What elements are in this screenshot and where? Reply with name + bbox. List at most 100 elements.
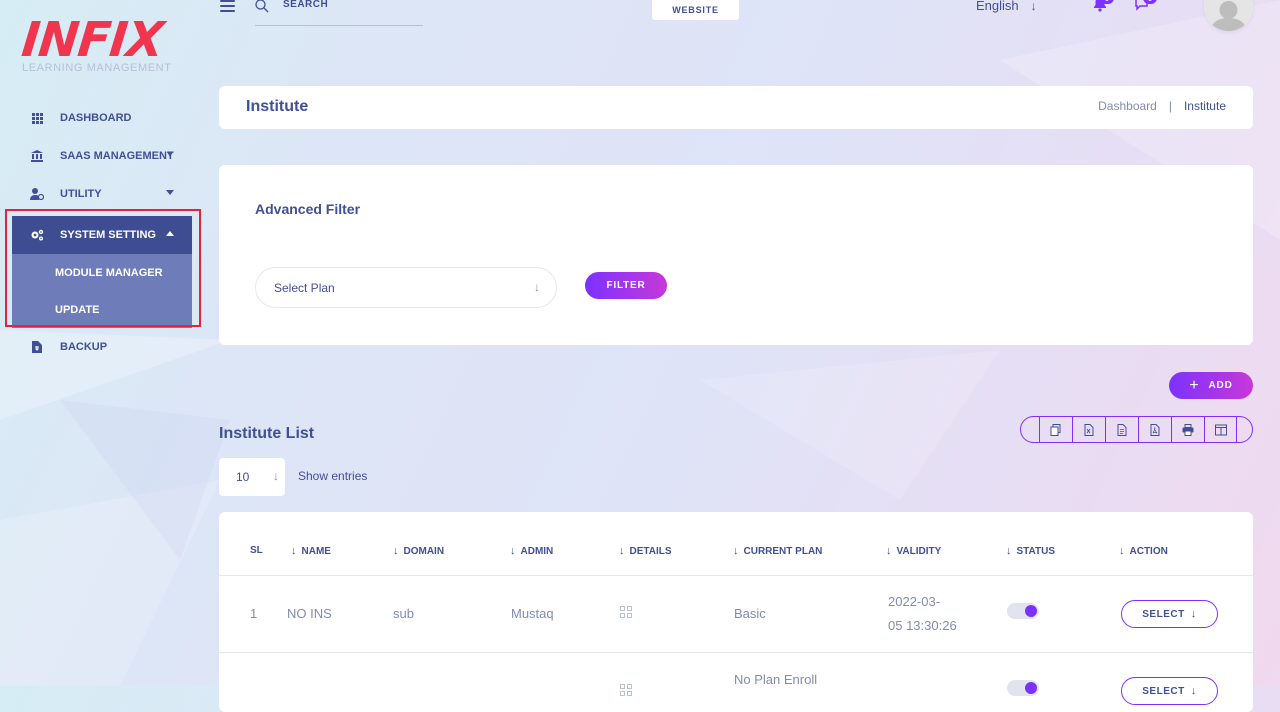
cell-admin: Mustaq xyxy=(511,606,554,621)
institute-table: SL ↓ NAME ↓ DOMAIN ↓ ADMIN ↓ DETAILS ↓ CURREN… xyxy=(219,512,1253,712)
column-header-admin[interactable]: ↓ ADMIN xyxy=(510,545,553,557)
sidebar-item-label: SAAS MANAGEMENT xyxy=(60,150,174,162)
toggle-knob xyxy=(1025,682,1037,694)
columns-icon xyxy=(1214,424,1227,435)
language-selector[interactable]: English ↓ xyxy=(976,0,1037,13)
print-button[interactable] xyxy=(1171,417,1204,442)
sort-arrow-icon: ↓ xyxy=(393,545,399,557)
file-pdf-icon xyxy=(1150,423,1160,436)
cell-domain: sub xyxy=(393,606,414,621)
column-header-sl[interactable]: SL xyxy=(250,545,263,556)
search-bar xyxy=(255,0,423,26)
copy-button[interactable] xyxy=(1039,417,1072,442)
page-title: Institute xyxy=(246,98,309,115)
messages-button[interactable]: 0 xyxy=(1134,0,1157,14)
sort-arrow-icon: ↓ xyxy=(1119,545,1125,557)
breadcrumb: Dashboard | Institute xyxy=(1098,99,1226,113)
action-select-button[interactable]: SELECT ↓ xyxy=(1121,677,1218,705)
action-select-label: SELECT xyxy=(1142,608,1185,620)
highlight-annotation-box xyxy=(5,209,201,327)
cell-validity-line2: 05 13:30:26 xyxy=(888,618,957,633)
breadcrumb-dashboard[interactable]: Dashboard xyxy=(1098,99,1157,113)
plan-select-value: Select Plan xyxy=(274,280,335,295)
row-divider xyxy=(219,652,1253,653)
action-select-button[interactable]: SELECT ↓ xyxy=(1121,600,1218,628)
column-header-label: SL xyxy=(250,545,263,556)
caret-down-icon xyxy=(167,152,173,157)
pdf-export-button[interactable] xyxy=(1138,417,1171,442)
column-header-label: ACTION xyxy=(1129,545,1168,557)
search-input[interactable] xyxy=(283,0,403,10)
column-visibility-button[interactable] xyxy=(1204,417,1237,442)
column-header-validity[interactable]: ↓ VALIDITY xyxy=(886,545,941,557)
user-cog-icon xyxy=(30,187,44,201)
cell-sl: 1 xyxy=(250,606,258,621)
print-icon xyxy=(1182,423,1194,436)
sort-arrow-icon: ↓ xyxy=(291,545,297,557)
column-header-status[interactable]: ↓ STATUS xyxy=(1006,545,1055,557)
toggle-knob xyxy=(1025,605,1037,617)
cell-current-plan: No Plan Enroll xyxy=(734,672,818,687)
sidebar-item-saas-management[interactable]: SAAS MANAGEMENT xyxy=(12,137,192,175)
sidebar-item-backup[interactable]: BACKUP xyxy=(12,328,192,366)
file-text-icon xyxy=(1117,423,1127,436)
sort-arrow-icon: ↓ xyxy=(510,545,516,557)
sort-arrow-icon: ↓ xyxy=(886,545,892,557)
file-excel-icon xyxy=(1084,423,1094,436)
caret-down-icon xyxy=(166,190,174,195)
status-toggle[interactable] xyxy=(1007,680,1039,696)
column-header-details[interactable]: ↓ DETAILS xyxy=(619,545,672,557)
brand-logo[interactable]: INFIX LEARNING MANAGEMENT xyxy=(19,12,172,74)
arrow-down-icon: ↓ xyxy=(273,469,279,483)
filter-title: Advanced Filter xyxy=(255,201,361,217)
details-grid-icon[interactable] xyxy=(620,606,632,618)
search-icon xyxy=(255,0,269,13)
copy-icon xyxy=(1050,423,1061,436)
arrow-down-icon: ↓ xyxy=(534,280,540,294)
logo-text: INFIX xyxy=(19,12,166,68)
export-button-group xyxy=(1020,416,1253,443)
arrow-down-icon: ↓ xyxy=(1190,685,1197,697)
cell-validity-line1: 2022-03- xyxy=(888,594,941,609)
sidebar-item-utility[interactable]: UTILITY xyxy=(12,175,192,213)
sidebar-item-dashboard[interactable]: DASHBOARD xyxy=(12,99,192,137)
add-button[interactable]: + ADD xyxy=(1169,372,1253,399)
column-header-current-plan[interactable]: ↓ CURRENT PLAN xyxy=(733,545,822,557)
sidebar-item-label: DASHBOARD xyxy=(60,112,132,124)
website-button[interactable]: WEBSITE xyxy=(652,0,739,20)
sort-arrow-icon: ↓ xyxy=(733,545,739,557)
filter-button[interactable]: FILTER xyxy=(585,272,667,299)
excel-export-button[interactable] xyxy=(1072,417,1105,442)
bank-icon xyxy=(30,149,44,163)
sidebar-item-label: BACKUP xyxy=(60,341,108,353)
add-button-label: ADD xyxy=(1208,380,1233,391)
entries-label: Show entries xyxy=(298,469,368,483)
breadcrumb-separator: | xyxy=(1168,99,1172,113)
column-header-label: NAME xyxy=(301,545,331,557)
language-label: English xyxy=(976,0,1019,13)
column-header-label: CURRENT PLAN xyxy=(743,545,823,557)
column-header-label: STATUS xyxy=(1016,545,1056,557)
column-header-action[interactable]: ↓ ACTION xyxy=(1119,545,1168,557)
entries-per-page-select[interactable]: 10 ↓ xyxy=(219,458,285,496)
sidebar-item-label: UTILITY xyxy=(60,188,102,200)
breadcrumb-current: Institute xyxy=(1183,99,1226,113)
arrow-down-icon: ↓ xyxy=(1190,608,1197,620)
plus-icon: + xyxy=(1189,376,1200,394)
column-header-label: DETAILS xyxy=(629,545,672,557)
row-divider xyxy=(219,575,1253,576)
avatar[interactable] xyxy=(1204,0,1253,31)
column-header-domain[interactable]: ↓ DOMAIN xyxy=(393,545,444,557)
arrow-down-icon: ↓ xyxy=(1030,0,1037,13)
plan-select[interactable]: Select Plan ↓ xyxy=(255,267,557,308)
hamburger-menu-icon[interactable] xyxy=(220,0,235,12)
column-header-name[interactable]: ↓ NAME xyxy=(291,545,331,557)
advanced-filter-card: Advanced Filter Select Plan ↓ FILTER xyxy=(219,165,1253,345)
sort-arrow-icon: ↓ xyxy=(619,545,625,557)
csv-export-button[interactable] xyxy=(1105,417,1138,442)
notification-button[interactable]: 0 xyxy=(1092,0,1114,14)
column-header-label: VALIDITY xyxy=(896,545,942,557)
user-avatar-icon xyxy=(1204,0,1253,31)
status-toggle[interactable] xyxy=(1007,603,1039,619)
sidebar: INFIX LEARNING MANAGEMENT DASHBOARD SAAS… xyxy=(0,0,210,686)
